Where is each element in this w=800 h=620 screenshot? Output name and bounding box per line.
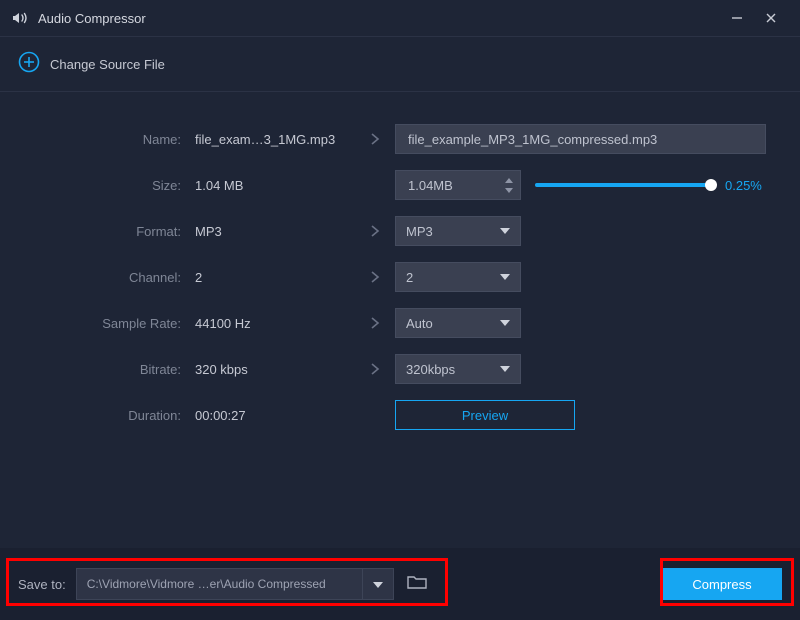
label-channel: Channel: [20,270,195,285]
source-sample-rate: 44100 Hz [195,316,355,331]
speaker-icon [12,10,30,26]
caret-down-icon [373,575,383,593]
source-bitrate: 320 kbps [195,362,355,377]
caret-down-icon [500,274,510,280]
caret-down-icon [500,320,510,326]
arrow-icon [355,362,395,376]
source-name: file_exam…3_1MG.mp3 [195,132,355,147]
output-size-value: 1.04MB [408,178,453,193]
label-format: Format: [20,224,195,239]
browse-folder-button[interactable] [402,569,432,599]
close-button[interactable] [754,4,788,32]
format-dropdown[interactable]: MP3 [395,216,521,246]
row-duration: Duration: 00:00:27 Preview [20,392,766,438]
save-path-value: C:\Vidmore\Vidmore …er\Audio Compressed [87,577,326,591]
row-channel: Channel: 2 2 [20,254,766,300]
save-to-label: Save to: [18,577,66,592]
output-name-input[interactable]: file_example_MP3_1MG_compressed.mp3 [395,124,766,154]
save-path-field[interactable]: C:\Vidmore\Vidmore …er\Audio Compressed [76,568,362,600]
slider-thumb[interactable] [705,179,717,191]
output-size-spinner[interactable]: 1.04MB [395,170,521,200]
row-sample-rate: Sample Rate: 44100 Hz Auto [20,300,766,346]
plus-circle-icon [18,51,40,78]
save-path-dropdown[interactable] [362,568,394,600]
change-source-label: Change Source File [50,57,165,72]
source-size: 1.04 MB [195,178,355,193]
spinner-up-icon[interactable] [502,175,516,185]
compress-button[interactable]: Compress [662,568,782,600]
folder-icon [407,574,427,595]
source-format: MP3 [195,224,355,239]
source-channel: 2 [195,270,355,285]
output-name-value: file_example_MP3_1MG_compressed.mp3 [408,132,657,147]
label-duration: Duration: [20,408,195,423]
minimize-button[interactable] [720,4,754,32]
arrow-icon [355,224,395,238]
channel-value: 2 [406,270,413,285]
source-duration: 00:00:27 [195,408,355,423]
compress-label: Compress [692,577,751,592]
label-size: Size: [20,178,195,193]
size-slider[interactable] [535,183,711,187]
label-bitrate: Bitrate: [20,362,195,377]
change-source-button[interactable]: Change Source File [18,51,165,78]
preview-button[interactable]: Preview [395,400,575,430]
caret-down-icon [500,228,510,234]
label-sample-rate: Sample Rate: [20,316,195,331]
row-name: Name: file_exam…3_1MG.mp3 file_example_M… [20,116,766,162]
arrow-icon [355,270,395,284]
arrow-icon [355,316,395,330]
settings-form: Name: file_exam…3_1MG.mp3 file_example_M… [0,92,800,438]
bottom-bar: Save to: C:\Vidmore\Vidmore …er\Audio Co… [0,548,800,620]
bitrate-dropdown[interactable]: 320kbps [395,354,521,384]
caret-down-icon [500,366,510,372]
spinner-down-icon[interactable] [502,185,516,195]
row-bitrate: Bitrate: 320 kbps 320kbps [20,346,766,392]
row-size: Size: 1.04 MB 1.04MB 0.25% [20,162,766,208]
change-source-row: Change Source File [0,36,800,92]
app-title: Audio Compressor [38,11,146,26]
arrow-icon [355,132,395,146]
preview-label: Preview [462,408,508,423]
sample-rate-dropdown[interactable]: Auto [395,308,521,338]
channel-dropdown[interactable]: 2 [395,262,521,292]
label-name: Name: [20,132,195,147]
bitrate-value: 320kbps [406,362,455,377]
format-value: MP3 [406,224,433,239]
sample-rate-value: Auto [406,316,433,331]
row-format: Format: MP3 MP3 [20,208,766,254]
size-percentage: 0.25% [725,178,762,193]
title-bar: Audio Compressor [0,0,800,36]
